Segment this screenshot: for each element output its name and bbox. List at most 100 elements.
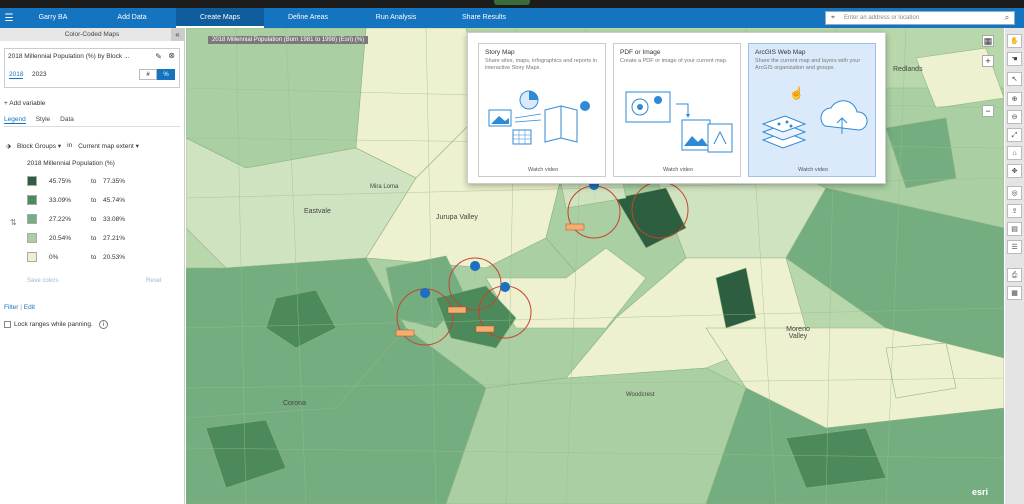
legend-title: 2018 Millennial Population (%) — [27, 160, 115, 167]
grid-icon[interactable]: ▦ — [1007, 286, 1022, 300]
lock-ranges-option: Lock ranges while panning. i — [4, 320, 108, 329]
edit-link[interactable]: Edit — [24, 304, 35, 311]
lock-ranges-checkbox[interactable] — [4, 321, 11, 328]
sort-icon[interactable]: ⇅ — [10, 218, 17, 227]
print-icon[interactable]: ⎙ — [1007, 268, 1022, 282]
watch-video-link[interactable]: Watch video — [479, 167, 607, 173]
nav-share-results[interactable]: Share Results — [440, 8, 528, 28]
export-icon[interactable]: ⇪ — [1007, 204, 1022, 218]
window-notch — [494, 0, 530, 5]
legend-high: 20.53% — [103, 253, 126, 261]
legend-row[interactable]: 45.75% to 77.35% — [27, 176, 125, 186]
location-search[interactable]: ⌖ Enter an address or location ⌕ — [825, 11, 1015, 25]
search-input[interactable]: Enter an address or location — [840, 15, 1000, 21]
share-results-popup: Story Map Share sites, maps, infographic… — [467, 32, 886, 184]
year-2023-tab[interactable]: 2023 — [32, 71, 46, 78]
panel-tabs: Legend Style Data — [4, 116, 74, 124]
layers-icon[interactable]: ▦ — [982, 35, 994, 47]
collapse-panel-icon[interactable]: « — [171, 28, 184, 41]
legend-row[interactable]: 20.54% to 27.21% — [27, 233, 125, 243]
legend-row[interactable]: 27.22% to 33.08% — [27, 214, 125, 224]
select-pointer-icon[interactable]: ↖ — [1007, 72, 1022, 86]
legend-high: 27.21% — [103, 234, 126, 242]
document-icon[interactable]: ▤ — [1007, 222, 1022, 236]
legend-low: 33.09% — [49, 196, 72, 204]
list-icon[interactable]: ☰ — [1007, 240, 1022, 254]
legend-swatch[interactable] — [27, 195, 37, 205]
place-label: Mira Loma — [370, 184, 399, 190]
panel-title-text: Color-Coded Maps — [64, 31, 120, 38]
tab-legend[interactable]: Legend — [4, 116, 26, 124]
watch-video-link[interactable]: Watch video — [749, 167, 877, 173]
pdf-image-card[interactable]: PDF or Image Create a PDF or image of yo… — [613, 43, 741, 177]
add-variable-link[interactable]: + Add variable — [4, 100, 45, 107]
legend-swatch[interactable] — [27, 233, 37, 243]
zoom-out-tool-icon[interactable]: ⊖ — [1007, 110, 1022, 124]
full-extent-icon[interactable]: ⤢ — [1007, 128, 1022, 142]
info-icon[interactable]: i — [98, 320, 108, 329]
geography-in-label: in — [67, 142, 73, 149]
pan-hand-icon[interactable]: ✋ — [1007, 34, 1022, 48]
close-icon[interactable]: ⊗ — [168, 51, 175, 60]
legend-low: 0% — [49, 253, 59, 261]
zoom-in-tool-icon[interactable]: ⊕ — [1007, 92, 1022, 106]
legend-to: to — [91, 177, 97, 185]
card-title: ArcGIS Web Map — [755, 49, 806, 56]
tab-style[interactable]: Style — [36, 116, 50, 124]
legend-to: to — [91, 253, 97, 261]
geography-icon: ⬗ — [6, 143, 11, 150]
search-icon[interactable]: ⌕ — [1000, 13, 1014, 23]
color-coded-maps-panel: Color-Coded Maps « 2018 Millennial Popul… — [0, 28, 185, 504]
percent-toggle[interactable]: % — [157, 69, 175, 80]
place-label: Woodcrest — [626, 392, 655, 398]
legend-to: to — [91, 215, 97, 223]
geography-value: Block Groups — [17, 143, 57, 150]
legend-swatch[interactable] — [27, 252, 37, 262]
legend-low: 27.22% — [49, 215, 72, 223]
variable-card: 2018 Millennial Population (%) by Block … — [4, 48, 180, 88]
save-colors-link[interactable]: Save colors — [27, 278, 58, 284]
legend-row[interactable]: 33.09% to 45.74% — [27, 195, 125, 205]
locate-icon[interactable]: ✥ — [1007, 164, 1022, 178]
target-icon[interactable]: ◎ — [1007, 186, 1022, 200]
geography-dropdown[interactable]: Block Groups ▾ — [17, 142, 61, 150]
nav-run-analysis[interactable]: Run Analysis — [352, 8, 440, 28]
esri-logo: esri — [972, 487, 989, 497]
legend-high: 45.74% — [103, 196, 126, 204]
edit-pencil-icon[interactable]: ✎ — [155, 52, 162, 61]
place-label: Corona — [283, 400, 306, 407]
map-layer-label: 2018 Millennial Population (Born 1981 to… — [208, 36, 369, 44]
legend-high: 33.08% — [103, 215, 126, 223]
year-2018-tab[interactable]: 2018 — [9, 71, 24, 79]
count-toggle[interactable]: # — [139, 69, 157, 80]
zoom-in-button[interactable]: + — [982, 55, 994, 67]
nav-define-areas[interactable]: Define Areas — [264, 8, 352, 28]
user-menu[interactable]: Garry BA — [18, 8, 88, 28]
legend-low: 20.54% — [49, 234, 72, 242]
story-map-card[interactable]: Story Map Share sites, maps, infographic… — [478, 43, 606, 177]
reset-link[interactable]: Reset — [146, 278, 162, 284]
right-toolbar: ✋ ☚ ↖ ⊕ ⊖ ⤢ ⌂ ✥ ◎ ⇪ ▤ ☰ ⎙ ▦ — [1005, 28, 1024, 504]
hand-icon[interactable]: ☚ — [1007, 52, 1022, 66]
zoom-out-button[interactable]: − — [982, 105, 994, 117]
arcgis-web-map-card[interactable]: ArcGIS Web Map Share the current map and… — [748, 43, 876, 177]
legend-swatch[interactable] — [27, 214, 37, 224]
card-description: Share the current map and layers with yo… — [755, 58, 861, 71]
extent-dropdown[interactable]: Current map extent ▾ — [78, 142, 139, 150]
watch-video-link[interactable]: Watch video — [614, 167, 742, 173]
nav-add-data[interactable]: Add Data — [88, 8, 176, 28]
geography-selector: ⬗ Block Groups ▾ in Current map extent ▾ — [6, 142, 139, 150]
location-pin-icon[interactable]: ⌖ — [826, 14, 840, 22]
legend-row[interactable]: 0% to 20.53% — [27, 252, 125, 262]
top-navigation: ☰ Garry BA Add Data Create Maps Define A… — [0, 8, 1024, 28]
tab-data[interactable]: Data — [60, 116, 74, 124]
nav-create-maps[interactable]: Create Maps — [176, 8, 264, 28]
card-title: PDF or Image — [620, 49, 661, 56]
legend-swatch[interactable] — [27, 176, 37, 186]
hamburger-menu-icon[interactable]: ☰ — [0, 8, 18, 28]
filter-link[interactable]: Filter — [4, 304, 18, 311]
place-label: Eastvale — [304, 208, 331, 215]
home-icon[interactable]: ⌂ — [1007, 146, 1022, 160]
legend-low: 45.75% — [49, 177, 72, 185]
story-map-illustration — [488, 90, 590, 145]
